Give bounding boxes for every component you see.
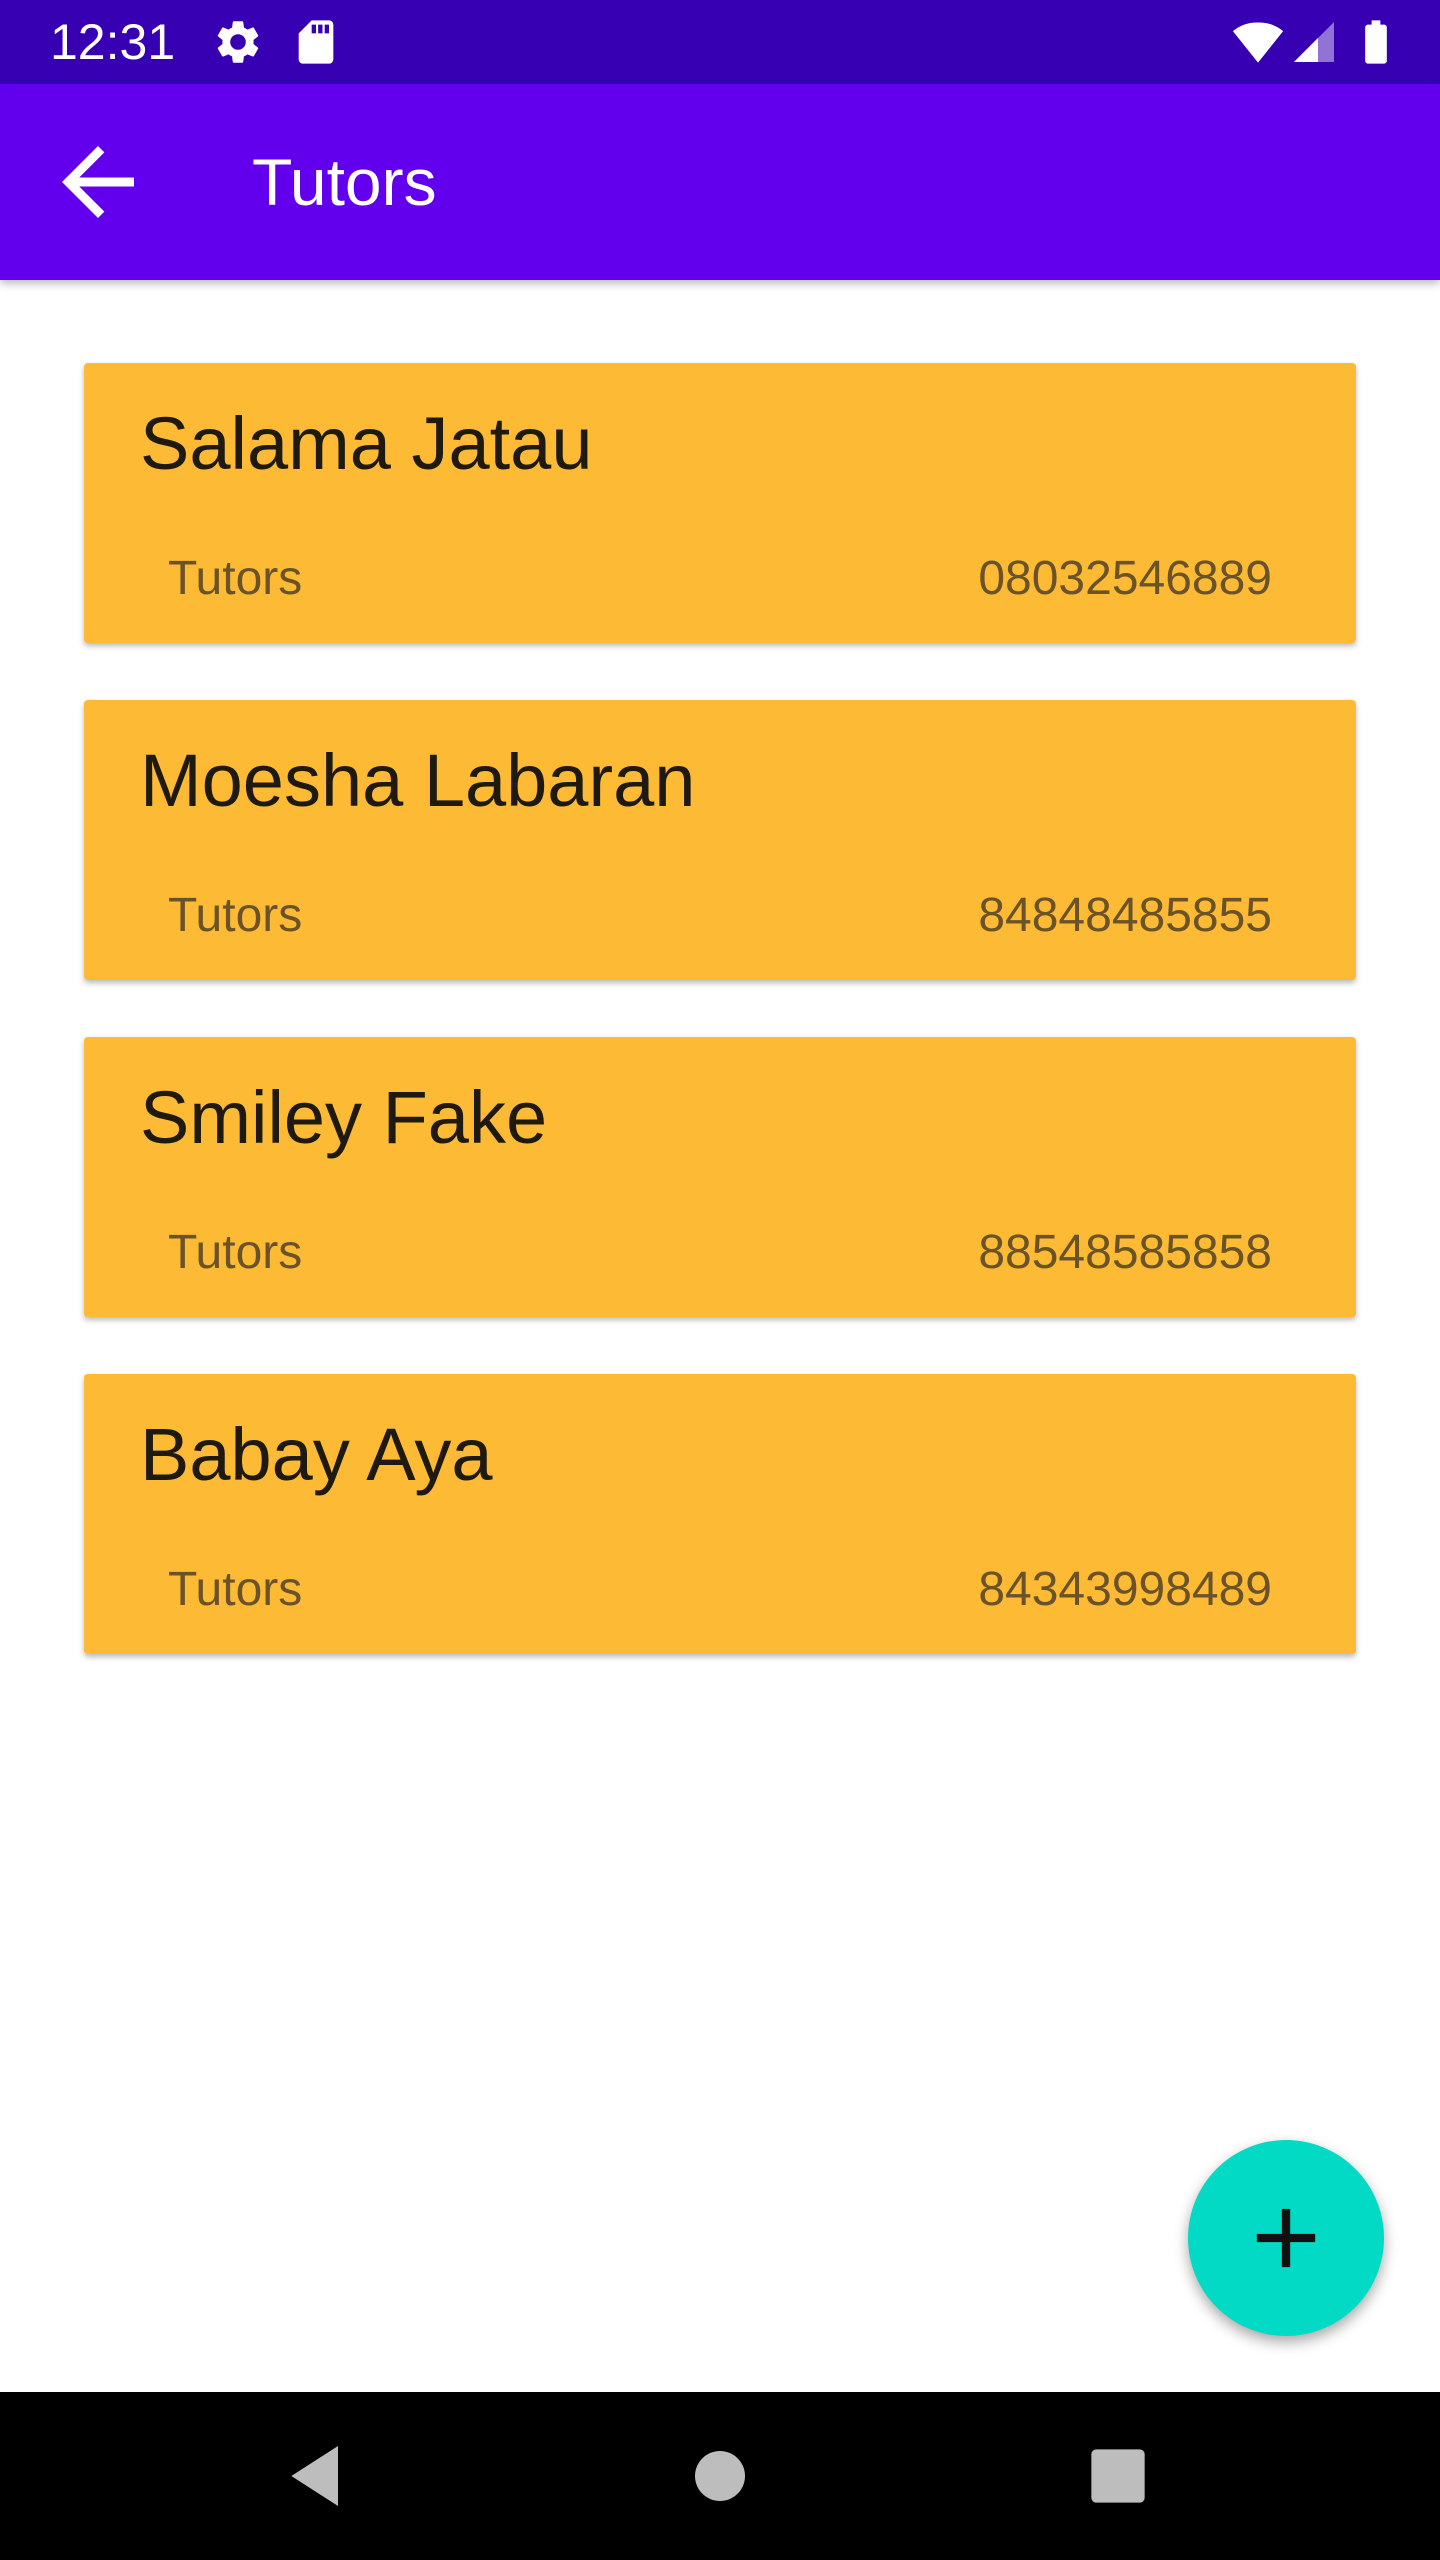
back-triangle-icon (278, 2436, 358, 2516)
add-tutor-button[interactable] (1188, 2140, 1384, 2336)
status-time: 12:31 (50, 14, 176, 70)
battery-icon (1350, 16, 1402, 68)
tutor-category: Tutors (168, 889, 303, 942)
tutor-phone: 84343998489 (978, 1563, 1272, 1616)
nav-back-button[interactable] (278, 2436, 358, 2516)
tutor-name: Smiley Fake (140, 1076, 548, 1159)
nav-home-button[interactable] (680, 2436, 760, 2516)
home-circle-icon (680, 2436, 760, 2516)
tutor-name: Moesha Labaran (140, 739, 696, 822)
back-button[interactable] (44, 128, 152, 236)
tutor-name: Babay Aya (140, 1413, 493, 1496)
tutor-card[interactable]: Smiley Fake Tutors 88548585858 (84, 1037, 1356, 1317)
sd-card-icon (290, 16, 342, 68)
signal-icon (1290, 16, 1338, 68)
system-nav-bar (0, 2392, 1440, 2560)
tutor-list: Salama Jatau Tutors 08032546889 Moesha L… (84, 363, 1356, 1711)
app-bar: Tutors (0, 84, 1440, 280)
tutor-card[interactable]: Moesha Labaran Tutors 84848485855 (84, 700, 1356, 980)
gear-icon (212, 16, 264, 68)
nav-recents-button[interactable] (1078, 2436, 1158, 2516)
status-bar: 12:31 (0, 0, 1440, 84)
tutor-phone: 84848485855 (978, 889, 1272, 942)
page-title: Tutors (252, 145, 437, 219)
tutor-category: Tutors (168, 1226, 303, 1279)
tutor-phone: 08032546889 (978, 552, 1272, 605)
wifi-icon (1228, 16, 1288, 68)
tutor-category: Tutors (168, 552, 303, 605)
tutor-name: Salama Jatau (140, 402, 593, 485)
tutor-phone: 88548585858 (978, 1226, 1272, 1279)
tutor-card[interactable]: Babay Aya Tutors 84343998489 (84, 1374, 1356, 1654)
recents-square-icon (1078, 2436, 1158, 2516)
arrow-back-icon (44, 128, 152, 236)
tutor-card[interactable]: Salama Jatau Tutors 08032546889 (84, 363, 1356, 643)
tutor-category: Tutors (168, 1563, 303, 1616)
